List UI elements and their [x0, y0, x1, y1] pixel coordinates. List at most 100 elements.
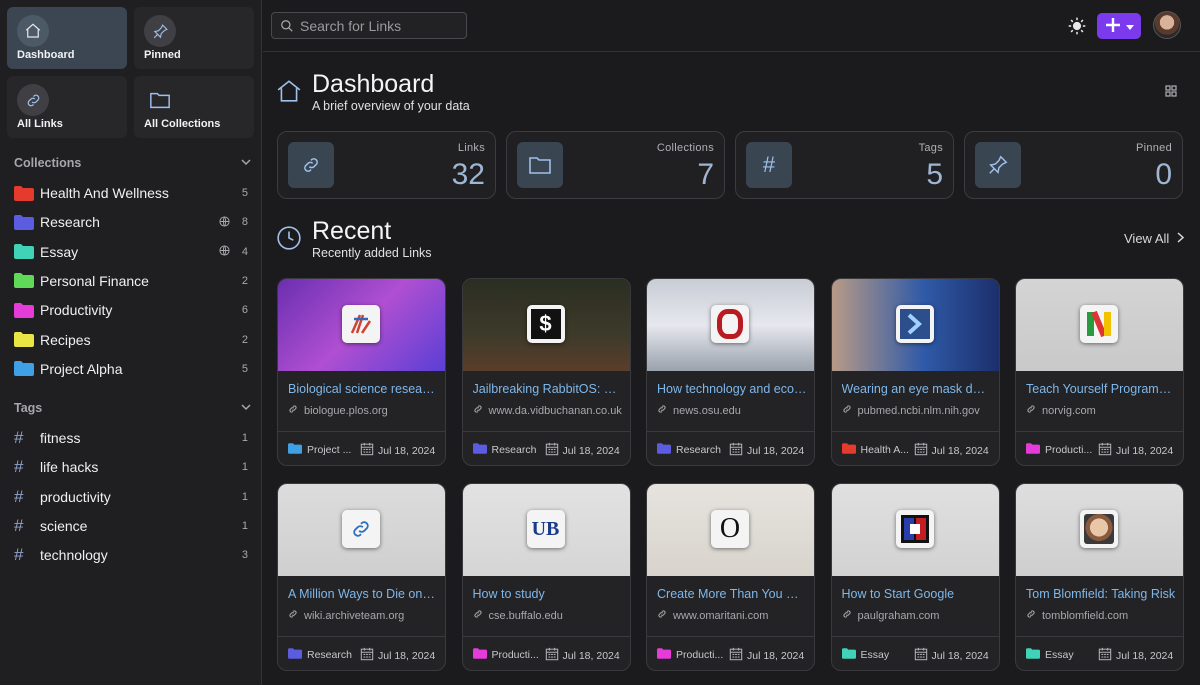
sidebar-tag-item[interactable]: # productivity 1: [14, 486, 248, 508]
link-collection[interactable]: Producti...: [472, 648, 539, 662]
link-card[interactable]: A Million Ways to Die on t... wiki.archiv…: [277, 483, 446, 671]
hash-icon: #: [14, 486, 24, 506]
folder-icon: [288, 648, 302, 662]
folder-icon: [14, 273, 34, 289]
link-collection-name: Research: [307, 649, 352, 661]
view-all-label: View All: [1124, 231, 1170, 246]
link-collection[interactable]: Research: [472, 443, 536, 457]
tags-heading[interactable]: Tags: [14, 401, 254, 417]
sidebar-collection-item[interactable]: Health And Wellness 5: [14, 182, 248, 204]
link-card[interactable]: Wearing an eye mask duri... pubmed.ncbi.n…: [830, 278, 1000, 466]
folder-icon: [657, 443, 671, 457]
stat-label: Links: [457, 142, 485, 154]
sidebar-tag-item[interactable]: # science 1: [14, 515, 248, 537]
link-title[interactable]: A Million Ways to Die on t...: [288, 587, 438, 601]
folder-icon: [14, 214, 34, 230]
link-domain-text: norvig.com: [1042, 404, 1096, 417]
chevron-down-icon: [240, 156, 252, 171]
quick-label: All Collections: [144, 118, 221, 130]
collection-count: 5: [241, 362, 248, 375]
stat-card-collections[interactable]: Collections 7: [506, 131, 725, 199]
search-box[interactable]: [271, 12, 467, 39]
link-title[interactable]: Tom Blomfield: Taking Risk: [1026, 587, 1176, 601]
favicon-icon: UB: [526, 510, 565, 548]
link-title[interactable]: Biological science research...: [288, 382, 438, 396]
quick-all-links[interactable]: All Links: [7, 76, 127, 138]
link-title[interactable]: Wearing an eye mask duri...: [842, 382, 992, 396]
link-collection[interactable]: Producti...: [1026, 443, 1092, 457]
avatar[interactable]: [1153, 11, 1181, 39]
collection-count: 2: [241, 274, 248, 287]
plus-icon: [1105, 17, 1121, 36]
link-collection[interactable]: Essay: [841, 648, 890, 662]
add-button[interactable]: [1097, 13, 1141, 39]
link-title[interactable]: Teach Yourself Programmi...: [1026, 382, 1176, 396]
link-card[interactable]: Tom Blomfield: Taking Risk tomblomfield.c…: [1015, 483, 1184, 671]
collection-count: 2: [241, 333, 248, 346]
link-domain: www.omaritani.com: [657, 609, 768, 622]
link-domain-text: tomblomfield.com: [1042, 609, 1129, 622]
grid-view-icon[interactable]: [1165, 85, 1177, 100]
link-title[interactable]: Jailbreaking RabbitOS: Un...: [473, 382, 623, 396]
stat-card-tags[interactable]: # Tags 5: [735, 131, 954, 199]
view-all-link[interactable]: View All: [1124, 231, 1185, 246]
sidebar-collection-item[interactable]: Project Alpha 5: [14, 358, 248, 380]
quick-pinned[interactable]: Pinned: [134, 7, 254, 69]
link-collection[interactable]: Research: [288, 648, 352, 662]
quick-dashboard[interactable]: Dashboard: [7, 7, 127, 69]
quick-all-collections[interactable]: All Collections: [134, 76, 254, 138]
link-title[interactable]: How technology and econ...: [657, 382, 807, 396]
sidebar-tag-item[interactable]: # technology 3: [14, 544, 248, 566]
stat-card-pinned[interactable]: Pinned 0: [964, 131, 1183, 199]
stat-card-links[interactable]: Links 32: [277, 131, 496, 199]
folder-icon: [14, 185, 34, 201]
calendar-icon: [914, 647, 928, 664]
favicon-icon: [342, 510, 380, 548]
search-input[interactable]: [300, 17, 460, 34]
folder-icon: [657, 648, 671, 662]
link-card[interactable]: How technology and econ... news.osu.edu Re…: [646, 278, 815, 466]
link-collection[interactable]: Producti...: [657, 648, 723, 662]
sidebar-tag-item[interactable]: # life hacks 1: [14, 456, 248, 478]
link-card[interactable]: Biological science research... biologue.p…: [277, 278, 446, 466]
link-date: Jul 18, 2024: [914, 647, 989, 664]
link-domain-text: pubmed.ncbi.nlm.nih.gov: [857, 404, 980, 417]
link-domain-text: cse.buffalo.edu: [488, 609, 563, 622]
link-collection[interactable]: Health A...: [841, 443, 909, 457]
link-title[interactable]: How to Start Google: [842, 587, 992, 601]
link-collection-name: Essay: [860, 649, 890, 661]
link-collection[interactable]: Research: [657, 443, 721, 457]
clock-icon: [276, 225, 302, 254]
home-icon: [276, 78, 302, 107]
tag-name: science: [40, 517, 88, 534]
sidebar-collection-item[interactable]: Productivity 6: [14, 299, 248, 321]
sidebar-tag-item[interactable]: # fitness 1: [14, 427, 248, 449]
sidebar-collection-item[interactable]: Research 8: [14, 211, 248, 233]
favicon-icon: [711, 305, 749, 343]
calendar-icon: [729, 647, 743, 664]
link-card[interactable]: How to Start Google paulgraham.com Essay Ju…: [830, 483, 1000, 671]
theme-toggle-sun-icon[interactable]: [1067, 16, 1087, 39]
link-title[interactable]: How to study: [473, 587, 623, 601]
link-card[interactable]: O Create More Than You Co... www.omaritani…: [646, 483, 815, 671]
link-domain-text: paulgraham.com: [857, 609, 940, 622]
search-icon: [280, 19, 294, 33]
link-card[interactable]: $ Jailbreaking RabbitOS: Un... www.da.vidb…: [461, 278, 631, 466]
link-title[interactable]: Create More Than You Co...: [657, 587, 807, 601]
sidebar-collection-item[interactable]: Essay 4: [14, 241, 248, 263]
sidebar-collection-item[interactable]: Recipes 2: [14, 329, 248, 351]
link-domain-text: www.da.vidbuchanan.co.uk: [488, 404, 622, 417]
collections-heading-label: Collections: [14, 156, 82, 170]
collections-heading[interactable]: Collections: [14, 156, 254, 172]
link-card[interactable]: UB How to study cse.buffalo.edu Producti...…: [461, 483, 631, 671]
folder-icon: [841, 648, 856, 662]
sidebar-collection-item[interactable]: Personal Finance 2: [14, 270, 248, 292]
link-collection[interactable]: Project ...: [288, 443, 351, 457]
page-subtitle: A brief overview of your data: [312, 99, 470, 113]
link-card[interactable]: Teach Yourself Programmi... norvig.com Pro…: [1015, 278, 1184, 466]
favicon-icon: [1080, 510, 1118, 548]
link-collection[interactable]: Essay: [1026, 648, 1074, 662]
collection-name: Productivity: [40, 302, 113, 319]
tag-count: 1: [241, 519, 248, 532]
collection-name: Recipes: [40, 331, 91, 348]
